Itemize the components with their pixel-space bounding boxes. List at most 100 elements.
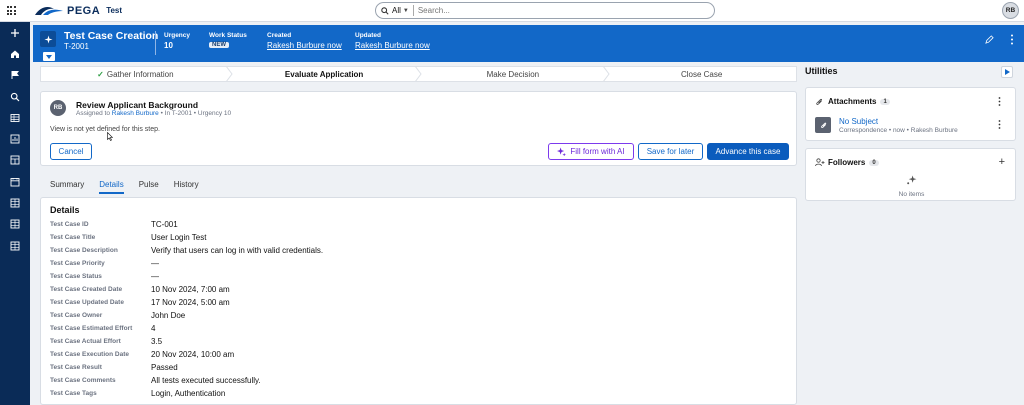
sparkle-icon xyxy=(43,34,53,44)
detail-row: Test Case Updated Date 17 Nov 2024, 5:00 … xyxy=(50,296,230,309)
followers-card: Followers 0 + No items xyxy=(805,148,1016,201)
detail-label: Test Case Priority xyxy=(50,260,105,267)
case-id: T-2001 xyxy=(64,42,89,51)
tab-history[interactable]: History xyxy=(174,180,199,194)
logo-text: PEGA xyxy=(67,4,101,17)
detail-row: Test Case Created Date 10 Nov 2024, 7:00 … xyxy=(50,283,230,296)
stage-gather-information[interactable]: ✓ Gather Information xyxy=(40,66,233,82)
detail-label: Test Case Owner xyxy=(50,312,103,319)
more-options-icon[interactable] xyxy=(998,97,1001,106)
case-actions-dropdown[interactable] xyxy=(43,52,55,61)
more-options-icon[interactable] xyxy=(998,120,1001,129)
case-tabs: Summary Details Pulse History xyxy=(50,180,214,194)
detail-label: Test Case Description xyxy=(50,247,118,254)
tab-summary[interactable]: Summary xyxy=(50,180,84,194)
detail-label: Test Case Execution Date xyxy=(50,351,129,358)
detail-value: John Doe xyxy=(151,311,186,320)
chevron-right-icon xyxy=(1004,69,1010,75)
table-icon xyxy=(10,241,20,251)
more-options-icon[interactable] xyxy=(1010,34,1014,45)
app-name: Test xyxy=(106,6,123,15)
nav-create[interactable] xyxy=(0,22,30,43)
report-icon xyxy=(10,134,20,144)
logo[interactable]: PEGA Test xyxy=(34,5,122,17)
search-icon xyxy=(10,92,20,101)
detail-label: Test Case Result xyxy=(50,364,102,371)
stage-make-decision[interactable]: Make Decision xyxy=(418,66,610,82)
stage-close-case[interactable]: Close Case xyxy=(607,66,797,82)
updated-by-link[interactable]: Rakesh Burbure xyxy=(355,41,413,50)
paperclip-icon xyxy=(820,122,826,128)
nav-grid-c[interactable] xyxy=(0,235,30,256)
detail-row: Test Case ID TC-001 xyxy=(50,218,178,231)
detail-value: Passed xyxy=(151,363,178,372)
updated-label: Updated xyxy=(355,32,381,39)
assignee-link[interactable]: Rakesh Burbure xyxy=(112,110,159,117)
created-by-link[interactable]: Rakesh Burbure xyxy=(267,41,325,50)
calendar-icon xyxy=(10,177,20,187)
add-follower-button[interactable]: + xyxy=(999,156,1005,168)
urgency-label: Urgency xyxy=(164,32,191,39)
urgency-value: 10 xyxy=(164,41,173,50)
assignment-card: RB Review Applicant Background Assigned … xyxy=(40,91,797,166)
chevron-down-icon[interactable]: ▼ xyxy=(403,8,409,14)
cancel-button[interactable]: Cancel xyxy=(50,143,92,160)
tab-pulse[interactable]: Pulse xyxy=(139,180,159,194)
fill-form-ai-button[interactable]: Fill form with AI xyxy=(548,143,634,160)
nav-list-view[interactable] xyxy=(0,107,30,128)
pega-logo-icon xyxy=(35,6,63,15)
detail-row: Test Case Tags Login, Authentication xyxy=(50,387,225,400)
created-field: Created Rakesh Burbure now xyxy=(267,32,342,50)
nav-search[interactable] xyxy=(0,86,30,107)
nav-home[interactable] xyxy=(0,43,30,64)
left-navigation xyxy=(0,22,30,405)
stage-label: Close Case xyxy=(680,69,723,79)
save-for-later-button[interactable]: Save for later xyxy=(638,143,703,160)
attachment-file-icon xyxy=(815,117,831,133)
nav-calendar[interactable] xyxy=(0,171,30,192)
nav-flag[interactable] xyxy=(0,65,30,86)
case-title: Test Case Creation xyxy=(64,30,159,42)
detail-label: Test Case Tags xyxy=(50,390,97,397)
search-divider xyxy=(412,5,414,16)
nav-grid-a[interactable] xyxy=(0,192,30,213)
detail-value: All tests executed successfully. xyxy=(151,376,261,385)
followers-empty-text: No items xyxy=(898,191,925,198)
nav-report[interactable] xyxy=(0,128,30,149)
detail-row: Test Case Owner John Doe xyxy=(50,309,185,322)
fill-form-ai-label: Fill form with AI xyxy=(570,147,625,156)
stage-label: Gather Information xyxy=(106,69,174,79)
collapse-utilities-button[interactable] xyxy=(1001,66,1013,78)
assignee-avatar: RB xyxy=(50,100,66,116)
checkmark-icon: ✓ xyxy=(97,69,104,79)
attachments-count: 1 xyxy=(880,98,890,105)
search-scope-select[interactable]: All xyxy=(392,6,401,15)
mouse-cursor-icon xyxy=(107,132,113,141)
tab-details[interactable]: Details xyxy=(99,180,124,194)
edit-icon[interactable] xyxy=(985,35,994,44)
details-heading: Details xyxy=(50,205,80,215)
attachments-title: Attachments 1 xyxy=(828,97,890,106)
attachment-link[interactable]: No Subject xyxy=(839,117,878,126)
chevron-right-icon xyxy=(225,66,233,82)
stage-evaluate-application[interactable]: Evaluate Application xyxy=(229,66,422,82)
updated-when: now xyxy=(415,41,430,50)
detail-row: Test Case Estimated Effort 4 xyxy=(50,322,155,335)
nav-dashboard[interactable] xyxy=(0,150,30,171)
attachment-meta: Correspondence • now • Rakesh Burbure xyxy=(839,127,958,134)
nav-grid-b[interactable] xyxy=(0,214,30,235)
detail-value: TC-001 xyxy=(151,220,178,229)
search-input[interactable] xyxy=(417,6,698,15)
flag-icon xyxy=(11,71,19,80)
detail-value: User Login Test xyxy=(151,233,207,242)
detail-value: 10 Nov 2024, 7:00 am xyxy=(151,285,230,294)
stage-label: Evaluate Application xyxy=(284,69,364,79)
sparkle-icon xyxy=(907,175,917,185)
app-launcher-icon[interactable] xyxy=(0,0,22,22)
detail-row: Test Case Description Verify that users c… xyxy=(50,244,323,257)
advance-case-button[interactable]: Advance this case xyxy=(707,143,789,160)
chevron-down-icon xyxy=(46,54,52,59)
top-bar: PEGA Test All ▼ RB xyxy=(0,0,1024,22)
user-avatar[interactable]: RB xyxy=(1002,2,1019,19)
detail-row: Test Case Result Passed xyxy=(50,361,178,374)
